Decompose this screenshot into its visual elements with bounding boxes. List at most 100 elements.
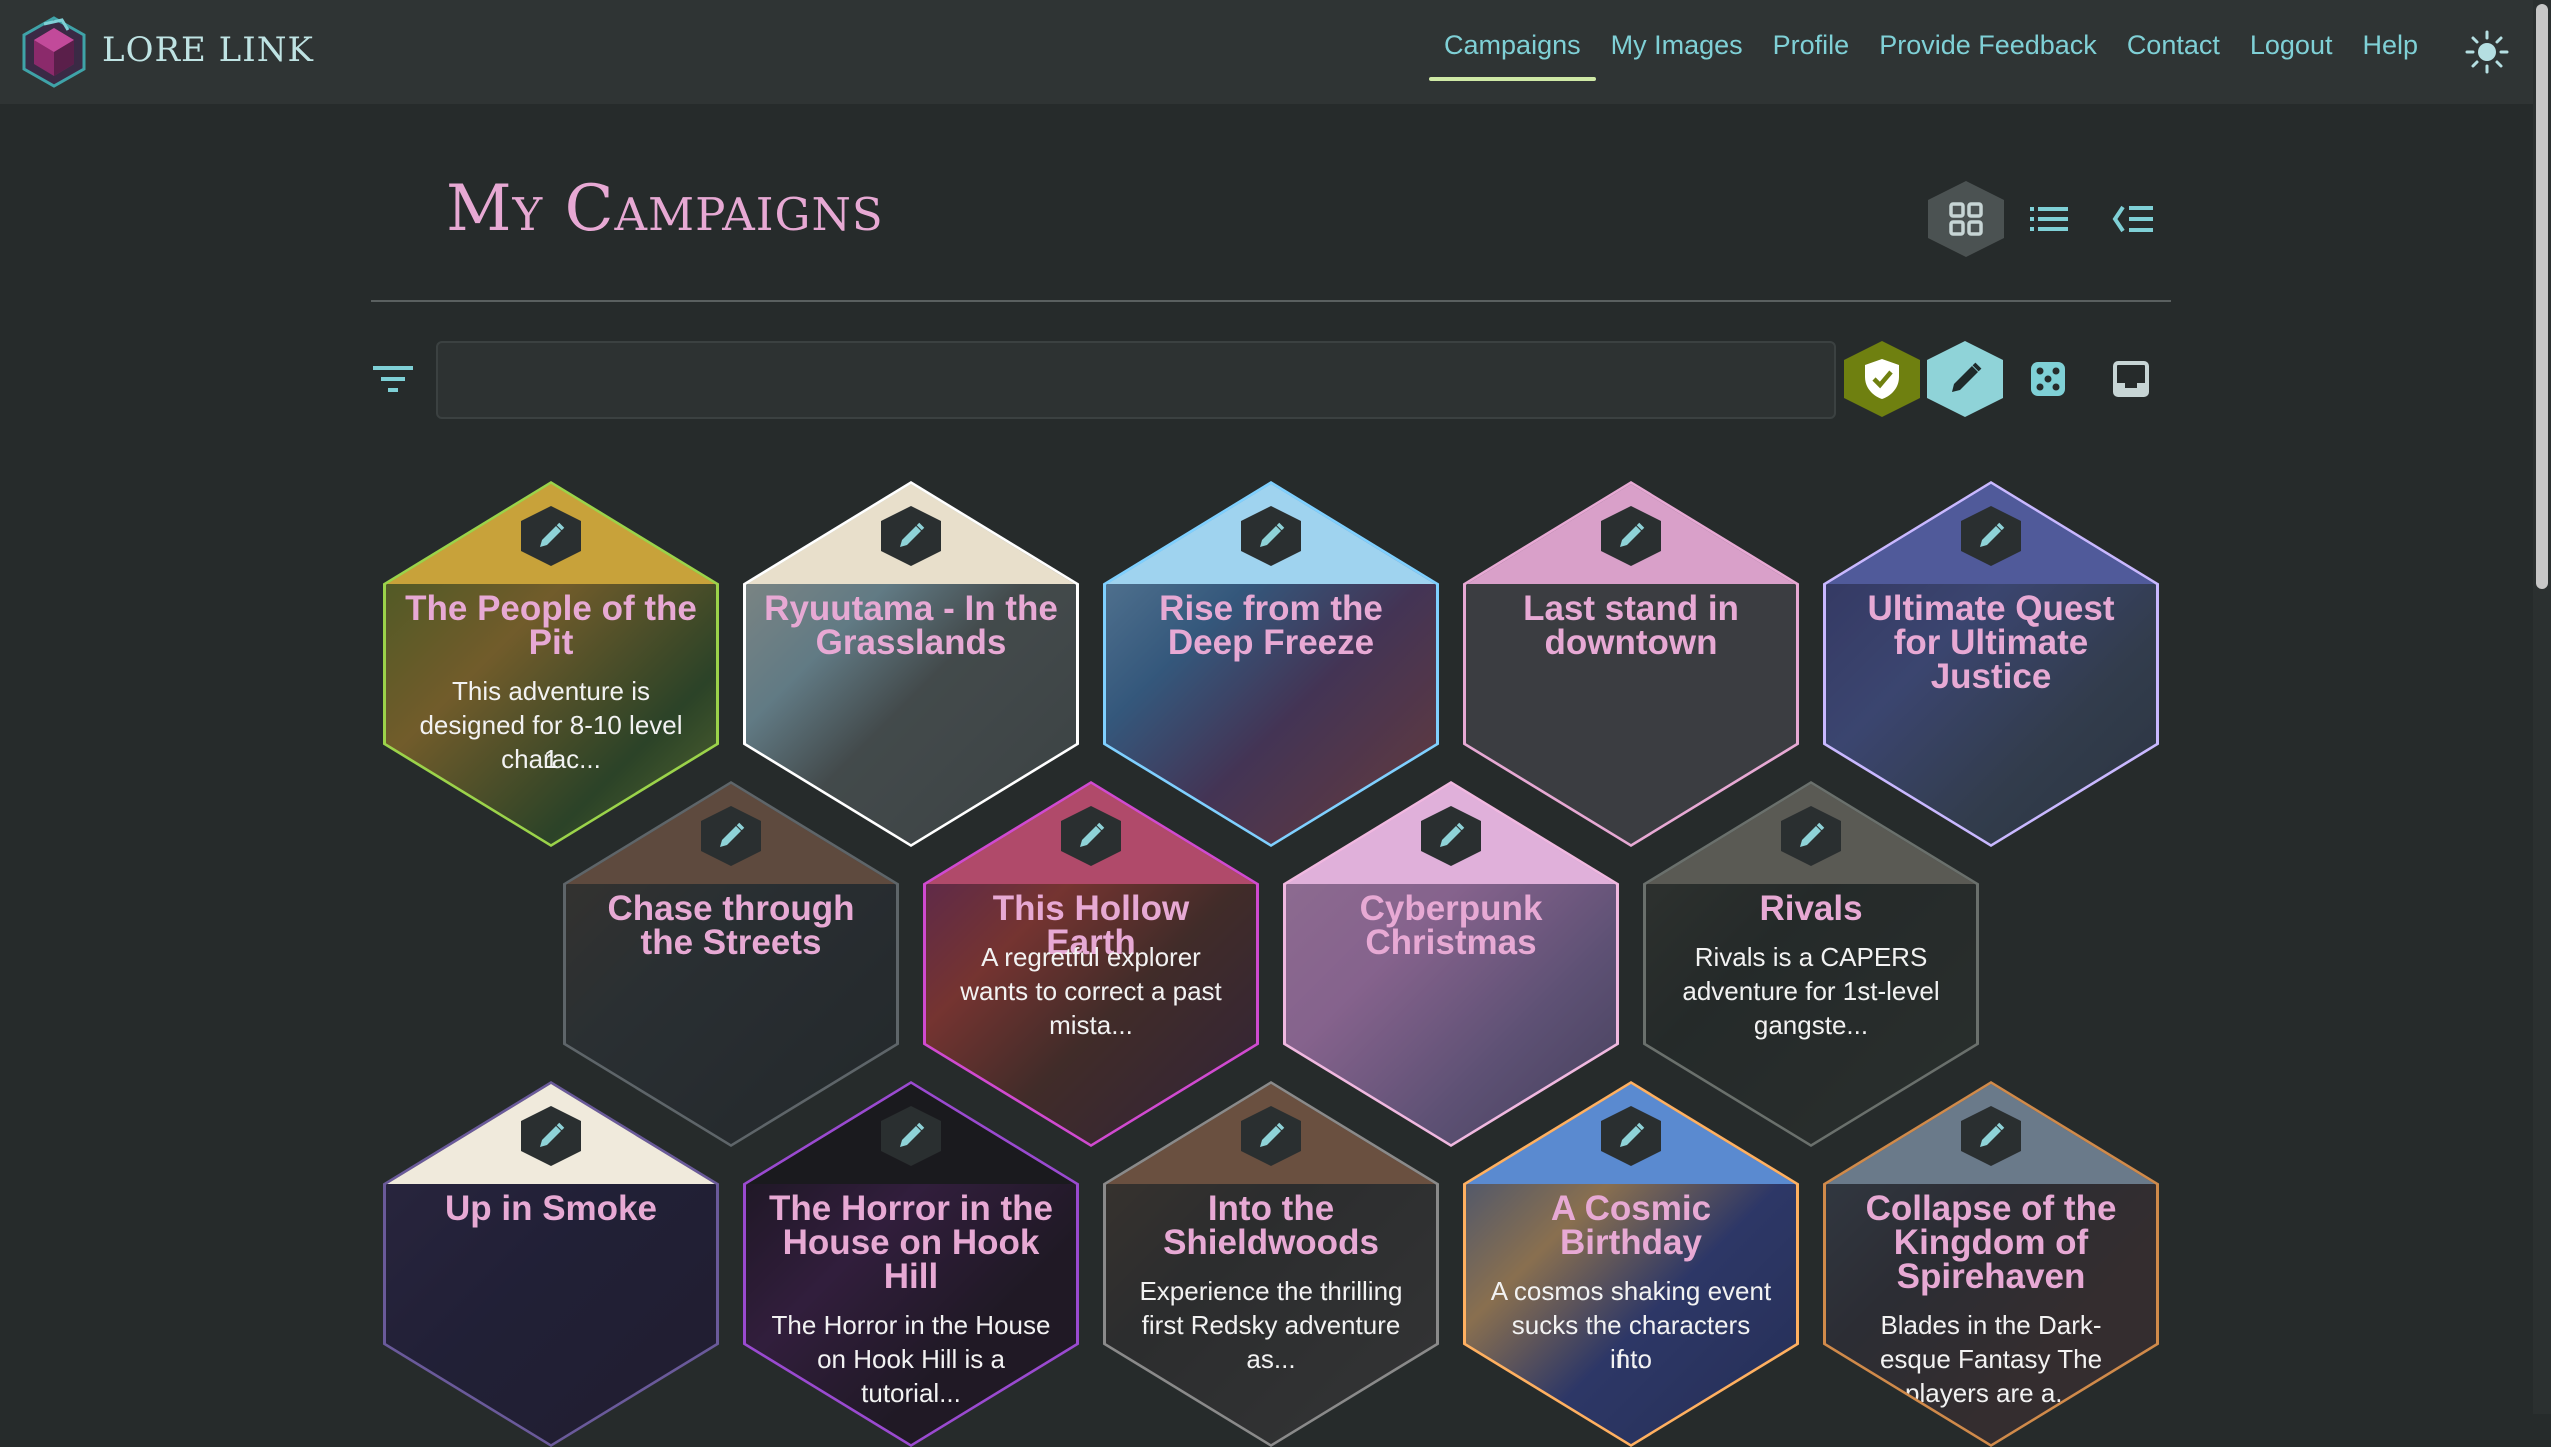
pencil-icon (1260, 522, 1285, 547)
campaign-card[interactable]: Cyberpunk Christmas (1286, 784, 1616, 1144)
campaign-card[interactable]: A Cosmic Birthday A cosmos shaking event s… (1466, 1084, 1796, 1444)
page-title: My Campaigns (446, 172, 884, 246)
verified-filter-button[interactable] (1844, 341, 1920, 417)
campaign-card[interactable]: Chase through the Streets (566, 784, 896, 1144)
pencil-icon (1620, 1122, 1645, 1147)
brand-name[interactable]: LORE LINK (102, 30, 314, 70)
nav-provide-feedback[interactable]: Provide Feedback (1864, 30, 2112, 81)
campaign-title[interactable]: Rivals (1664, 891, 1958, 926)
campaign-description-line: gangste... (1753, 1010, 1869, 1040)
pencil-icon (1800, 822, 1825, 847)
scrollbar-thumb[interactable] (2536, 4, 2548, 589)
campaign-card[interactable]: Rise from the Deep Freeze (1106, 484, 1436, 844)
nav-profile[interactable]: Profile (1758, 30, 1865, 81)
pencil-edit-icon (1952, 362, 1982, 392)
campaign-description-line: mista... (1049, 1010, 1133, 1040)
campaign-description-line: f... (1616, 1344, 1646, 1374)
edit-campaign-button[interactable] (701, 806, 761, 866)
campaign-title[interactable]: The People of the Pit (404, 591, 698, 660)
campaign-card[interactable]: Up in Smoke (386, 1084, 716, 1444)
campaign-description-line: on Hook Hill is a (817, 1344, 1005, 1374)
inbox-filter-button[interactable] (2093, 341, 2169, 417)
pencil-icon (1980, 522, 2005, 547)
edit-campaign-button[interactable] (1241, 506, 1301, 566)
campaign-title[interactable]: A Cosmic Birthday (1484, 1191, 1778, 1260)
edit-campaign-button[interactable] (1421, 806, 1481, 866)
campaign-card[interactable]: Rivals Rivals is a CAPERS adventure for 1s… (1646, 784, 1976, 1144)
edit-campaign-button[interactable] (1061, 806, 1121, 866)
campaign-title[interactable]: Cyberpunk Christmas (1304, 891, 1598, 960)
nav-logout[interactable]: Logout (2235, 30, 2348, 81)
pencil-icon (540, 522, 565, 547)
campaign-card[interactable]: Into the Shieldwoods Experience the thril… (1106, 1084, 1436, 1444)
campaign-description-line: first Redsky adventure (1141, 1310, 1401, 1340)
lore-link-logo-icon[interactable] (22, 16, 86, 88)
list-view-button[interactable] (2011, 181, 2087, 257)
campaign-description-line: as... (1246, 1344, 1296, 1374)
campaign-title[interactable]: Last stand in downtown (1484, 591, 1778, 660)
campaign-description-line: The Horror in the House (771, 1310, 1051, 1340)
campaign-title[interactable]: Ryuutama - In the Grasslands (764, 591, 1058, 660)
campaign-title[interactable]: Collapse of the Kingdom of Spirehaven (1844, 1191, 2138, 1294)
header-divider (371, 300, 2171, 302)
campaign-title[interactable]: Ultimate Quest for Ultimate Justice (1844, 591, 2138, 694)
campaign-description-line: Blades in the Dark- (1880, 1310, 2102, 1340)
edit-campaign-button[interactable] (1781, 806, 1841, 866)
grid-view-button[interactable] (1928, 181, 2004, 257)
campaign-card[interactable]: Collapse of the Kingdom of Spirehaven Bla… (1826, 1084, 2156, 1444)
tree-view-button[interactable] (2094, 181, 2170, 257)
campaign-card[interactable]: Ryuutama - In the Grasslands (746, 484, 1076, 844)
campaign-title[interactable]: Chase through the Streets (584, 891, 878, 960)
dice-filter-button[interactable] (2010, 341, 2086, 417)
main-nav: Campaigns My Images Profile Provide Feed… (1429, 30, 2433, 81)
sun-icon[interactable] (2465, 30, 2509, 74)
edit-campaign-button[interactable] (1961, 1106, 2021, 1166)
campaign-description-line: This adventure is (452, 676, 650, 706)
filter-icon[interactable] (373, 362, 413, 396)
verified-shield-icon (1865, 359, 1899, 399)
campaign-title[interactable]: Into the Shieldwoods (1124, 1191, 1418, 1260)
pencil-icon (720, 822, 745, 847)
campaign-description-line: wants to correct a past (960, 976, 1222, 1006)
edit-campaign-button[interactable] (1601, 1106, 1661, 1166)
campaign-description-line: tutorial... (861, 1378, 961, 1408)
campaign-title[interactable]: Up in Smoke (404, 1191, 698, 1226)
campaign-title[interactable]: The Horror in the House on Hook Hill (764, 1191, 1058, 1294)
campaign-card[interactable]: Ultimate Quest for Ultimate Justice (1826, 484, 2156, 844)
nav-my-images[interactable]: My Images (1596, 30, 1758, 81)
campaign-title[interactable]: Rise from the Deep Freeze (1124, 591, 1418, 660)
page-scrollbar[interactable] (2533, 0, 2551, 1414)
edit-campaign-button[interactable] (521, 1106, 581, 1166)
pencil-icon (1080, 822, 1105, 847)
campaign-card[interactable]: This Hollow Earth A regretful explorer wan… (926, 784, 1256, 1144)
campaign-description-line: esque Fantasy The (1879, 1344, 2103, 1374)
campaign-description-line: adventure for 1st-level (1682, 976, 1940, 1006)
campaign-card[interactable]: The Horror in the House on Hook Hill The … (746, 1084, 1076, 1444)
edit-campaign-button[interactable] (881, 506, 941, 566)
edit-campaign-button[interactable] (521, 506, 581, 566)
nav-contact[interactable]: Contact (2112, 30, 2235, 81)
pencil-icon (900, 1122, 925, 1147)
pencil-icon (540, 1122, 565, 1147)
campaign-card[interactable]: The People of the Pit This adventure is de… (386, 484, 716, 844)
campaign-description-line: A regretful explorer (981, 942, 1201, 972)
edit-campaign-button[interactable] (1241, 1106, 1301, 1166)
nav-help[interactable]: Help (2347, 30, 2433, 81)
campaign-description-line: charac... (501, 744, 601, 774)
editable-filter-button[interactable] (1927, 341, 2003, 417)
nav-campaigns[interactable]: Campaigns (1429, 30, 1596, 81)
top-navbar: LORE LINK Campaigns My Images Profile Pr… (0, 0, 2551, 104)
tree-view-icon (2112, 205, 2153, 233)
edit-campaign-button[interactable] (881, 1106, 941, 1166)
campaign-description-line: Rivals is a CAPERS (1694, 942, 1928, 972)
campaign-description-line: Experience the thrilling (1139, 1276, 1403, 1306)
list-view-icon (2030, 207, 2068, 231)
edit-campaign-button[interactable] (1961, 506, 2021, 566)
search-input[interactable] (436, 341, 1836, 419)
campaign-card[interactable]: Last stand in downtown (1466, 484, 1796, 844)
pencil-icon (1620, 522, 1645, 547)
inbox-icon (2113, 361, 2149, 397)
campaign-description-line: A cosmos shaking event (1490, 1276, 1772, 1306)
pencil-icon (1440, 822, 1465, 847)
edit-campaign-button[interactable] (1601, 506, 1661, 566)
